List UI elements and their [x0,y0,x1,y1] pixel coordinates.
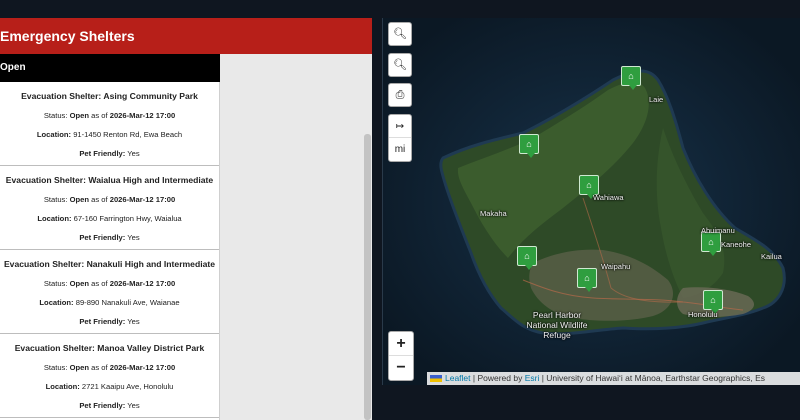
arrow-right-icon: ↦ [395,121,405,132]
shelter-icon: ⌂ [526,139,532,149]
shelter-marker[interactable]: ⌂ [579,175,599,199]
shelter-marker[interactable]: ⌂ [621,66,641,90]
shelter-pet-friendly: Pet Friendly: Yes [79,401,140,410]
shelter-pet-friendly: Pet Friendly: Yes [79,233,140,242]
shelter-location: Location: 2721 Kaaipu Ave, Honolulu [45,382,174,391]
panel-title: Emergency Shelters [0,18,372,54]
shelter-name: Evacuation Shelter: Nanakuli High and In… [3,259,216,269]
shelter-name: Evacuation Shelter: Manoa Valley Distric… [14,343,205,353]
list-item[interactable]: Evacuation Shelter: Nanakuli High and In… [0,250,219,334]
measure-control[interactable]: ↦ mi [388,114,412,162]
place-label: Makaha [480,209,507,218]
shelter-marker[interactable]: ⌂ [703,290,723,314]
shelter-status: Status: Open as of 2026-Mar-12 17:00 [43,363,176,372]
shelter-icon: ⌂ [584,273,590,283]
place-label: Waipahu [601,262,631,271]
magnifier-icon: 🔍︎ [393,59,407,71]
list-item[interactable]: Evacuation Shelter: Waialua High and Int… [0,166,219,250]
print-button[interactable]: ⎙ [388,83,412,107]
shelter-status: Status: Open as of 2026-Mar-12 17:00 [43,195,176,204]
search-address-button[interactable]: 🔍︎ [388,53,412,77]
shelter-panel: Emergency Shelters Open Evacuation Shelt… [0,18,372,420]
place-label: Honolulu [688,310,718,319]
search-button[interactable]: 🔍︎ [388,22,412,46]
shelter-marker[interactable]: ⌂ [519,134,539,158]
shelter-name: Evacuation Shelter: Waialua High and Int… [5,175,214,185]
shelter-location: Location: 91-1450 Renton Rd, Ewa Beach [36,130,183,139]
measure-button[interactable]: ↦ [389,115,411,138]
zoom-out-button[interactable]: − [389,356,413,380]
printer-icon: ⎙ [395,89,405,101]
list-item[interactable]: Evacuation Shelter: Asing Community Park… [0,82,219,166]
flag-icon [430,375,442,383]
shelter-list: Evacuation Shelter: Asing Community Park… [0,82,220,420]
app-root: Emergency Shelters Open Evacuation Shelt… [0,0,800,420]
shelter-status: Status: Open as of 2026-Mar-12 17:00 [43,279,176,288]
list-scrollbar[interactable] [363,82,372,420]
zoom-control: + − [388,331,414,381]
place-label: Wahiawa [593,193,624,202]
shelter-marker[interactable]: ⌂ [701,232,721,256]
place-label: Kaneohe [721,240,752,249]
shelter-marker[interactable]: ⌂ [577,268,597,292]
shelter-icon: ⌂ [708,237,714,247]
leaflet-link[interactable]: Leaflet [445,373,471,383]
map-view[interactable]: 🔍︎ 🔍︎ ⎙ ↦ mi + − ⌂ ⌂ ⌂ ⌂ ⌂ ⌂ ⌂ Laie Wahi… [382,18,800,385]
shelter-marker[interactable]: ⌂ [517,246,537,270]
shelter-pet-friendly: Pet Friendly: Yes [79,317,140,326]
status-filter-tab[interactable]: Open [0,54,220,82]
magnifier-icon: 🔍︎ [393,28,407,40]
esri-link[interactable]: Esri [525,373,540,383]
shelter-name: Evacuation Shelter: Asing Community Park [21,91,198,101]
unit-toggle[interactable]: mi [389,138,411,161]
place-label: Kailua [761,252,782,261]
shelter-icon: ⌂ [710,295,716,305]
list-item[interactable]: Evacuation Shelter: Manoa Valley Distric… [0,334,219,418]
shelter-status: Status: Open as of 2026-Mar-12 17:00 [43,111,176,120]
place-label: Laie [649,95,664,104]
shelter-pet-friendly: Pet Friendly: Yes [79,149,140,158]
place-label: Pearl Harbor National Wildlife Refuge [526,310,588,340]
place-label: Ahuimanu [701,226,735,235]
scrollbar-thumb[interactable] [364,134,371,420]
shelter-location: Location: 89-890 Nanakuli Ave, Waianae [39,298,180,307]
shelter-icon: ⌂ [586,180,592,190]
shelter-icon: ⌂ [628,71,634,81]
shelter-icon: ⌂ [524,251,530,261]
zoom-in-button[interactable]: + [389,332,413,356]
map-attribution: Leaflet | Powered by Esri | University o… [427,372,800,385]
shelter-location: Location: 67-160 Farrington Hwy, Waialua [37,214,182,223]
